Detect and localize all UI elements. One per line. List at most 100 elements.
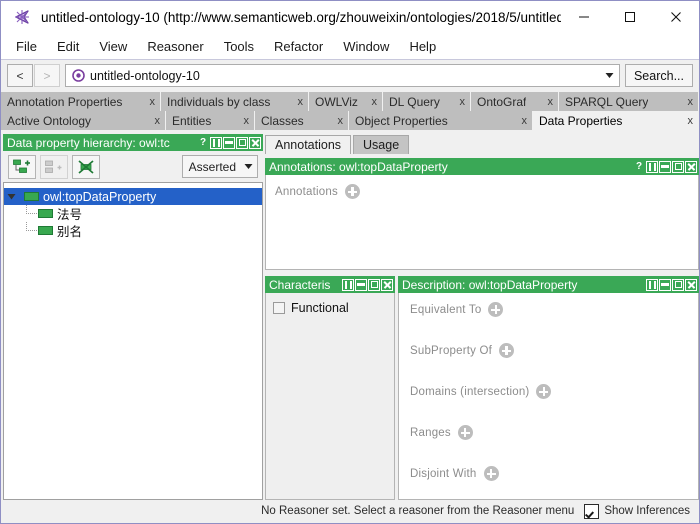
tab-annotation-properties[interactable]: Annotation Properties x	[1, 92, 161, 111]
minimize-panel-icon[interactable]	[659, 160, 671, 173]
maximize-panel-icon[interactable]	[368, 278, 380, 291]
view-mode-selector[interactable]: Asserted	[181, 155, 258, 178]
tab-close-icon[interactable]: x	[688, 115, 694, 127]
maximize-button[interactable]	[607, 1, 653, 33]
tab-annotations[interactable]: Annotations	[265, 135, 352, 154]
window-title: untitled-ontology-10 (http://www.semanti…	[41, 9, 561, 25]
forward-button[interactable]: >	[34, 64, 60, 87]
tab-sparql-query[interactable]: SPARQL Query x	[559, 92, 699, 111]
tab-close-icon[interactable]: x	[244, 115, 250, 127]
tab-label: DL Query	[389, 94, 440, 109]
tab-row-top: Annotation Properties x Individuals by c…	[1, 92, 699, 111]
add-disjoint-with-button[interactable]	[483, 466, 499, 481]
minimize-button[interactable]	[561, 1, 607, 33]
menu-window[interactable]: Window	[334, 36, 398, 57]
menu-file[interactable]: File	[7, 36, 46, 57]
ontology-selector[interactable]: untitled-ontology-10	[65, 64, 620, 87]
close-panel-icon[interactable]	[685, 160, 697, 173]
annotations-panel-header: Annotations: owl:topDataProperty	[265, 158, 699, 175]
chevron-down-icon	[244, 163, 253, 170]
tab-close-icon[interactable]: x	[150, 96, 156, 108]
tab-close-icon[interactable]: x	[548, 96, 554, 108]
menu-tools[interactable]: Tools	[215, 36, 263, 57]
tab-classes[interactable]: Classes x	[255, 111, 349, 130]
show-inferences-checkbox[interactable]	[584, 503, 600, 519]
data-property-swatch-icon	[38, 226, 53, 235]
add-equivalent-to-button[interactable]	[488, 302, 504, 317]
close-panel-icon[interactable]	[249, 136, 261, 149]
maximize-panel-icon[interactable]	[236, 136, 248, 149]
reasoner-status-text: No Reasoner set. Select a reasoner from …	[261, 505, 575, 517]
tab-data-properties[interactable]: Data Properties x	[533, 111, 699, 130]
add-domain-button[interactable]	[536, 384, 552, 399]
data-property-tree[interactable]: owl:topDataProperty 法号 别名	[3, 182, 263, 500]
add-subproperty-of-button[interactable]	[499, 343, 515, 358]
maximize-panel-icon[interactable]	[672, 278, 684, 291]
tab-active-ontology[interactable]: Active Ontology x	[1, 111, 166, 130]
help-icon[interactable]	[633, 161, 645, 173]
tab-individuals-by-class[interactable]: Individuals by class x	[161, 92, 309, 111]
functional-checkbox[interactable]	[273, 302, 285, 314]
minimize-panel-icon[interactable]	[355, 278, 367, 291]
annotations-field: Annotations	[275, 184, 698, 199]
disjoint-with-field: Disjoint With	[410, 466, 698, 481]
menu-reasoner[interactable]: Reasoner	[138, 36, 212, 57]
functional-checkbox-row[interactable]: Functional	[273, 301, 394, 315]
add-range-button[interactable]	[457, 425, 473, 440]
tab-close-icon[interactable]: x	[460, 96, 466, 108]
tab-object-properties[interactable]: Object Properties x	[349, 111, 533, 130]
tab-close-icon[interactable]: x	[155, 115, 161, 127]
tree-item-owl-topdataproperty[interactable]: owl:topDataProperty	[4, 188, 262, 205]
minimize-panel-icon[interactable]	[659, 278, 671, 291]
delete-property-icon[interactable]	[72, 154, 100, 179]
annotations-panel: Annotations: owl:topDataProperty Annotat…	[265, 158, 699, 270]
close-panel-icon[interactable]	[381, 278, 393, 291]
menu-bar: File Edit View Reasoner Tools Refactor W…	[1, 33, 699, 60]
tab-close-icon[interactable]: x	[298, 96, 304, 108]
split-view-icon[interactable]	[342, 278, 354, 291]
back-button[interactable]: <	[7, 64, 33, 87]
tree-item-bieming[interactable]: 别名	[4, 222, 262, 239]
tab-label: Individuals by class	[167, 94, 271, 109]
menu-help[interactable]: Help	[400, 36, 445, 57]
tab-dl-query[interactable]: DL Query x	[383, 92, 471, 111]
tab-close-icon[interactable]: x	[372, 96, 378, 108]
tab-entities[interactable]: Entities x	[166, 111, 255, 130]
tab-label: Object Properties	[355, 113, 448, 128]
split-view-icon[interactable]	[646, 160, 658, 173]
add-sub-property-icon[interactable]	[8, 154, 36, 179]
add-annotation-button[interactable]	[344, 184, 360, 199]
tab-usage[interactable]: Usage	[353, 135, 410, 154]
tab-owlviz[interactable]: OWLViz x	[309, 92, 383, 111]
add-sibling-property-icon[interactable]	[40, 154, 68, 179]
show-inferences-toggle[interactable]: Show Inferences	[584, 503, 690, 519]
close-panel-icon[interactable]	[685, 278, 697, 291]
tab-label: Annotation Properties	[7, 94, 123, 109]
description-panel: Description: owl:topDataProperty Equival…	[398, 276, 699, 500]
tab-close-icon[interactable]: x	[688, 96, 694, 108]
menu-edit[interactable]: Edit	[48, 36, 88, 57]
tab-close-icon[interactable]: x	[338, 115, 344, 127]
split-view-icon[interactable]	[646, 278, 658, 291]
split-view-icon[interactable]	[210, 136, 222, 149]
chevron-down-icon[interactable]	[601, 65, 619, 86]
data-property-hierarchy-panel: Data property hierarchy: owl:tc ? Assert…	[3, 134, 263, 500]
description-panel-buttons	[646, 278, 697, 291]
close-button[interactable]	[653, 1, 699, 33]
tree-item-fahao[interactable]: 法号	[4, 205, 262, 222]
tree-branch-line	[20, 205, 38, 222]
tab-close-icon[interactable]: x	[522, 115, 528, 127]
minimize-panel-icon[interactable]	[223, 136, 235, 149]
description-panel-title: Description: owl:topDataProperty	[402, 277, 578, 292]
search-button[interactable]: Search...	[624, 64, 693, 87]
tab-label: OntoGraf	[477, 94, 527, 109]
expand-collapse-icon[interactable]	[4, 192, 18, 201]
menu-refactor[interactable]: Refactor	[265, 36, 332, 57]
tab-ontograf[interactable]: OntoGraf x	[471, 92, 559, 111]
protege-logo-icon	[11, 6, 33, 28]
maximize-panel-icon[interactable]	[672, 160, 684, 173]
menu-view[interactable]: View	[90, 36, 136, 57]
help-icon[interactable]	[197, 137, 209, 149]
protege-window: untitled-ontology-10 (http://www.semanti…	[0, 0, 700, 524]
characteristics-panel: Characteris Functional	[265, 276, 395, 500]
